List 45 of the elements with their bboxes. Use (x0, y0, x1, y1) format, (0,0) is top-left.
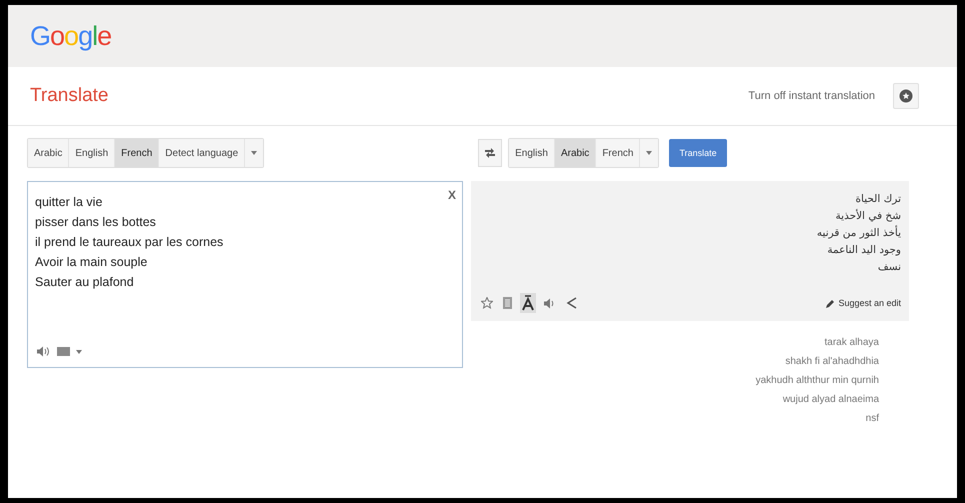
translation-line: شخ في الأحذية (836, 208, 901, 224)
language-tab[interactable]: English (509, 139, 555, 167)
clear-button[interactable]: X (448, 188, 456, 202)
translation-line: نسف (878, 260, 901, 275)
listen-button[interactable] (35, 344, 51, 359)
speaker-icon (544, 298, 556, 308)
translation-line: يأخذ الثور من قرنيه (816, 225, 901, 241)
share-icon (566, 297, 578, 309)
keyboard-button[interactable] (55, 345, 72, 358)
source-text-field[interactable]: quitter la vie pisser dans les bottes il prend le taureaux par les cornes Avoir la main souple Sauter au plafond X (27, 181, 463, 368)
copy-button[interactable] (501, 295, 514, 311)
language-tab[interactable]: French (115, 139, 160, 167)
phonetic-button[interactable] (520, 293, 536, 313)
translation-line: وجود اليد الناعمة (827, 243, 901, 258)
romanization-line: tarak alhaya (824, 336, 879, 350)
language-tab[interactable]: Arabic (554, 139, 596, 167)
source-text-line: Sauter au plafond (35, 275, 134, 289)
settings-button[interactable] (893, 83, 919, 109)
translation-line: ترك الحياة (856, 192, 901, 207)
source-text-line: Avoir la main souple (35, 255, 148, 269)
caret-icon (646, 151, 652, 155)
romanization-line: shakh fi al'ahadhdhia (785, 355, 879, 369)
keyboard-icon (57, 347, 70, 356)
romanization-line: yakhudh alththur min qurnih (756, 374, 879, 388)
source-text-line: il prend le taureaux par les cornes (35, 235, 224, 249)
translate-button[interactable]: Translate (669, 139, 727, 167)
suggest-edit-link[interactable]: Suggest an edit (826, 298, 901, 308)
speaker-icon (37, 346, 49, 357)
settings-icon (899, 89, 913, 103)
accented-a-icon (522, 295, 534, 311)
swap-languages-button[interactable] (478, 139, 502, 167)
star-icon (481, 297, 493, 309)
page-title: Translate (30, 85, 110, 107)
star-button[interactable] (479, 295, 495, 311)
language-tab[interactable]: Arabic (28, 139, 70, 167)
instant-translation-link[interactable]: Turn off instant translation (748, 90, 875, 102)
source-text-line: pisser dans les bottes (35, 215, 156, 229)
romanization-line: wujud alyad alnaeima (782, 393, 879, 407)
document-icon (503, 297, 512, 309)
caret-icon (251, 151, 258, 155)
caret-icon (76, 350, 82, 354)
pencil-icon (826, 298, 836, 308)
swap-icon (484, 147, 496, 159)
romanization-line: nsf (866, 412, 879, 426)
source-text-line: quitter la vie (35, 195, 102, 209)
